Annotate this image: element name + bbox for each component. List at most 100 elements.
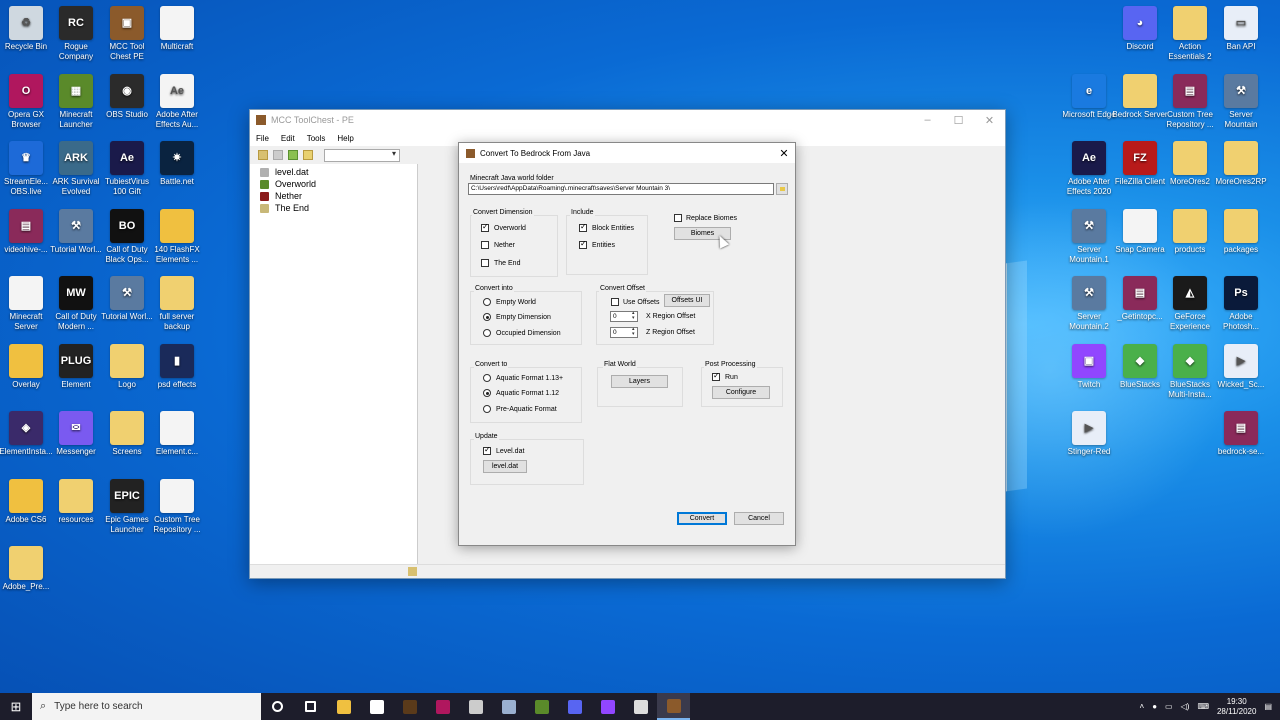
desktop-icon[interactable]: ▶ Wicked_Sc... bbox=[1213, 343, 1269, 390]
desktop-icon[interactable]: ◈ ElementInsta... bbox=[0, 411, 54, 457]
toolbar-dropdown[interactable] bbox=[324, 148, 400, 162]
microphone-icon[interactable]: ● bbox=[1152, 702, 1157, 711]
window-titlebar[interactable]: MCC ToolChest - PE – ☐ ✕ bbox=[250, 110, 1005, 130]
desktop-icon[interactable]: Snap Camera bbox=[1112, 208, 1168, 255]
taskbar-app[interactable] bbox=[294, 693, 327, 720]
desktop-icon[interactable]: Ae Adobe After Effects Au... bbox=[149, 73, 205, 130]
use-offsets-checkbox[interactable] bbox=[611, 298, 619, 306]
desktop-icon[interactable]: ▦ Minecraft Launcher bbox=[48, 73, 104, 130]
tree-item-the-end[interactable]: The End bbox=[260, 202, 407, 214]
leveldat-checkbox[interactable] bbox=[483, 445, 491, 455]
dialog-titlebar[interactable]: Convert To Bedrock From Java ✕ bbox=[459, 143, 795, 163]
menu-tools[interactable]: Tools bbox=[307, 134, 326, 143]
taskbar-search[interactable]: ⌕ Type here to search bbox=[32, 693, 261, 720]
browse-folder-button[interactable] bbox=[776, 183, 788, 195]
desktop-icon[interactable]: ▤ videohive-... bbox=[0, 208, 54, 255]
tree-item-nether[interactable]: Nether bbox=[260, 190, 407, 202]
taskbar-app[interactable] bbox=[558, 693, 591, 720]
open-icon[interactable] bbox=[258, 150, 268, 160]
desktop-icon[interactable]: resources bbox=[48, 478, 104, 525]
leveldat-button[interactable]: level.dat bbox=[483, 460, 527, 473]
desktop-icon[interactable]: EPIC Epic Games Launcher bbox=[99, 478, 155, 535]
tray-overflow-icon[interactable]: ˄ bbox=[1140, 702, 1145, 711]
entities-checkbox[interactable] bbox=[579, 239, 587, 249]
empty-dimension-radio[interactable] bbox=[483, 313, 491, 321]
convert-button[interactable]: Convert bbox=[677, 512, 727, 525]
desktop-icon[interactable]: O Opera GX Browser bbox=[0, 73, 54, 130]
nether-checkbox[interactable] bbox=[481, 241, 489, 249]
desktop-icon[interactable]: ◭ GeForce Experience bbox=[1162, 276, 1218, 332]
desktop-icon[interactable]: e Microsoft Edge bbox=[1061, 73, 1117, 120]
desktop-icon[interactable]: ▣ MCC Tool Chest PE bbox=[99, 6, 155, 62]
refresh-icon[interactable] bbox=[288, 150, 298, 160]
language-icon[interactable]: ⌨ bbox=[1197, 702, 1209, 711]
z-offset-spinner[interactable]: 0 bbox=[610, 327, 638, 338]
maximize-button[interactable]: ☐ bbox=[943, 114, 974, 127]
desktop-icon[interactable]: ◆ BlueStacks bbox=[1112, 343, 1168, 390]
taskbar-app[interactable] bbox=[657, 693, 690, 720]
desktop-icon[interactable]: Bedrock Server bbox=[1112, 73, 1168, 120]
save-icon[interactable] bbox=[273, 150, 283, 160]
taskbar-app[interactable] bbox=[327, 693, 360, 720]
desktop-icon[interactable]: RC Rogue Company bbox=[48, 6, 104, 62]
overworld-checkbox[interactable] bbox=[481, 222, 489, 232]
desktop-icon[interactable]: ♻ Recycle Bin bbox=[0, 6, 54, 52]
desktop-icon[interactable]: Multicraft bbox=[149, 6, 205, 52]
search-icon[interactable] bbox=[303, 150, 313, 160]
desktop-icon[interactable]: Logo bbox=[99, 343, 155, 390]
menu-edit[interactable]: Edit bbox=[281, 134, 295, 143]
configure-button[interactable]: Configure bbox=[712, 386, 770, 399]
taskbar-app[interactable] bbox=[393, 693, 426, 720]
desktop-icon[interactable]: 140 FlashFX Elements ... bbox=[149, 208, 205, 265]
desktop-icon[interactable]: ⚒ Server Mountain.2 bbox=[1061, 276, 1117, 332]
desktop-icon[interactable]: ▮ psd effects bbox=[149, 343, 205, 390]
taskbar-app[interactable] bbox=[591, 693, 624, 720]
desktop-icon[interactable]: ⚒ Tutorial Worl... bbox=[48, 208, 104, 255]
the-end-checkbox[interactable] bbox=[481, 259, 489, 267]
notifications-icon[interactable]: ▤ bbox=[1264, 702, 1272, 711]
dialog-close-button[interactable]: ✕ bbox=[773, 147, 795, 160]
desktop-icon[interactable]: Adobe_Pre... bbox=[0, 546, 54, 592]
desktop-icon[interactable]: Ae Adobe After Effects 2020 bbox=[1061, 141, 1117, 197]
occupied-dimension-radio[interactable] bbox=[483, 329, 491, 337]
desktop-icon[interactable]: ◕ Discord bbox=[1112, 6, 1168, 52]
menu-help[interactable]: Help bbox=[337, 134, 353, 143]
cancel-button[interactable]: Cancel bbox=[734, 512, 784, 525]
desktop-icon[interactable]: Minecraft Server bbox=[0, 276, 54, 332]
desktop-icon[interactable]: full server backup bbox=[149, 276, 205, 332]
run-checkbox[interactable] bbox=[712, 371, 720, 381]
desktop-icon[interactable]: ◆ BlueStacks Multi-Insta... bbox=[1162, 343, 1218, 400]
aquatic-113-radio[interactable] bbox=[483, 374, 491, 382]
desktop-icon[interactable]: ⚒ Server Mountain bbox=[1213, 73, 1269, 130]
desktop-icon[interactable]: Ae TubiestVirus 100 Gift bbox=[99, 141, 155, 197]
desktop-icon[interactable]: ▣ Twitch bbox=[1061, 343, 1117, 390]
aquatic-112-radio[interactable] bbox=[483, 389, 491, 397]
desktop-icon[interactable]: ♛ StreamEle... OBS.live bbox=[0, 141, 54, 197]
taskbar-app[interactable] bbox=[492, 693, 525, 720]
close-button[interactable]: ✕ bbox=[974, 114, 1005, 127]
desktop-icon[interactable]: Custom Tree Repository ... bbox=[149, 478, 205, 535]
tree-item-overworld[interactable]: Overworld bbox=[260, 178, 407, 190]
minimize-button[interactable]: – bbox=[912, 114, 943, 127]
tree-item-level-dat[interactable]: level.dat bbox=[260, 166, 407, 178]
desktop-icon[interactable]: Overlay bbox=[0, 343, 54, 390]
desktop-icon[interactable]: ▤ bedrock-se... bbox=[1213, 411, 1269, 457]
layers-button[interactable]: Layers bbox=[611, 375, 668, 388]
replace-biomes-checkbox[interactable] bbox=[674, 214, 682, 222]
menu-file[interactable]: File bbox=[256, 134, 269, 143]
desktop-icon[interactable]: MoreOres2 bbox=[1162, 141, 1218, 187]
desktop-icon[interactable]: PLUG Element bbox=[48, 343, 104, 390]
taskbar-app[interactable] bbox=[360, 693, 393, 720]
desktop-icon[interactable]: Adobe CS6 bbox=[0, 478, 54, 525]
empty-world-radio[interactable] bbox=[483, 298, 491, 306]
start-button[interactable]: ⊞ bbox=[0, 693, 32, 720]
desktop-icon[interactable]: ▭ Ban API bbox=[1213, 6, 1269, 52]
desktop-icon[interactable]: packages bbox=[1213, 208, 1269, 255]
desktop-icon[interactable]: ⚒ Tutorial Worl... bbox=[99, 276, 155, 322]
desktop-icon[interactable]: FZ FileZilla Client bbox=[1112, 141, 1168, 187]
volume-icon[interactable]: ◁) bbox=[1181, 702, 1190, 711]
desktop-icon[interactable]: MoreOres2RP bbox=[1213, 141, 1269, 187]
desktop-icon[interactable]: Ps Adobe Photosh... bbox=[1213, 276, 1269, 332]
desktop-icon[interactable]: ✷ Battle.net bbox=[149, 141, 205, 187]
desktop-icon[interactable]: Element.c... bbox=[149, 411, 205, 457]
